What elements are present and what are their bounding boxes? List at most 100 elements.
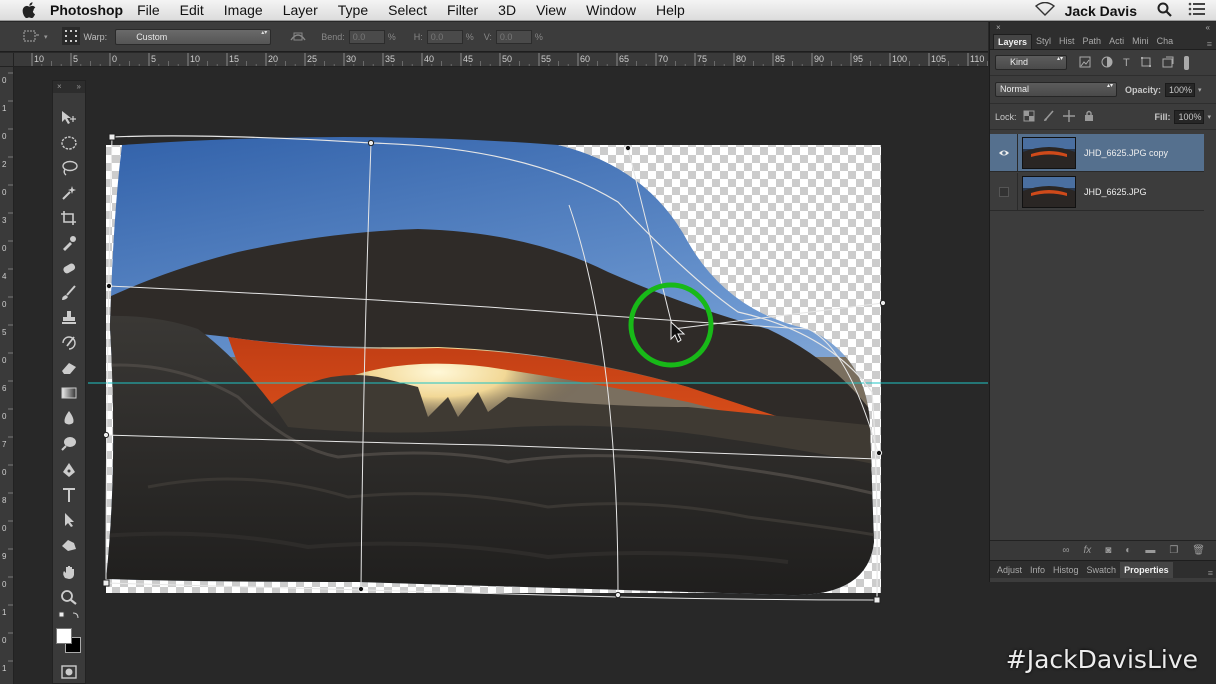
ruler-top[interactable]: 10 5 0 5 10 15 20 25 30 35 40 45 50 55 60 65 70 75 80 85 90 9… <box>14 53 988 67</box>
filter-adjustment-icon[interactable] <box>1101 56 1113 70</box>
elliptical-marquee-icon[interactable] <box>53 132 85 154</box>
menu-view[interactable]: View <box>536 2 566 18</box>
menu-edit[interactable]: Edit <box>180 2 204 18</box>
ruler-left[interactable]: 0 1 0 2 0 3 0 4 0 5 0 6 0 7 0 8 0 9 0 1 0 1 <box>0 67 14 684</box>
menu-layer[interactable]: Layer <box>283 2 318 18</box>
filter-shape-icon[interactable] <box>1140 56 1152 70</box>
kind-filter-select[interactable]: Kind <box>995 55 1067 70</box>
ruler-corner[interactable] <box>0 53 14 67</box>
visibility-toggle-empty[interactable] <box>990 172 1018 211</box>
filter-toggle-icon[interactable] <box>1183 55 1189 70</box>
search-icon[interactable] <box>1157 2 1172 20</box>
gradient-icon[interactable] <box>53 382 85 404</box>
menu-type[interactable]: Type <box>338 2 368 18</box>
tab-histogram[interactable]: Histog <box>1049 562 1083 578</box>
mask-icon[interactable]: ◙ <box>1105 545 1111 556</box>
filter-type-icon[interactable]: T <box>1123 57 1130 69</box>
swap-colors-icon[interactable] <box>53 609 85 623</box>
user-name[interactable]: Jack Davis <box>1065 3 1137 19</box>
folder-icon[interactable]: ▬ <box>1145 545 1155 556</box>
blend-mode-select[interactable]: Normal <box>995 82 1117 97</box>
eraser-icon[interactable] <box>53 357 85 379</box>
filter-smart-object-icon[interactable] <box>1162 56 1174 70</box>
eyedropper-icon[interactable] <box>53 232 85 254</box>
menu-3d[interactable]: 3D <box>498 2 516 18</box>
visibility-eye-icon[interactable] <box>990 133 1018 172</box>
fx-icon[interactable]: fx <box>1083 545 1091 556</box>
menu-window[interactable]: Window <box>586 2 636 18</box>
layer-name[interactable]: JHD_6625.JPG copy <box>1084 148 1168 158</box>
tab-properties[interactable]: Properties <box>1120 562 1173 578</box>
tab-layers[interactable]: Layers <box>993 34 1033 49</box>
wifi-icon[interactable] <box>1034 1 1055 19</box>
tab-info[interactable]: Info <box>1026 562 1049 578</box>
panel-close-icon[interactable]: × <box>996 22 1001 34</box>
tools-close-icon[interactable]: × <box>57 81 62 93</box>
tools-collapse-icon[interactable]: » <box>77 81 81 93</box>
tab-paths[interactable]: Path <box>1079 34 1106 49</box>
quick-mask-icon[interactable] <box>53 661 85 683</box>
app-name[interactable]: Photoshop <box>50 2 123 18</box>
chevron-down-icon[interactable]: ▾ <box>44 33 48 41</box>
spot-healing-icon[interactable] <box>53 257 85 279</box>
list-icon[interactable] <box>1188 2 1206 19</box>
bend-field[interactable]: 0.0 <box>348 29 385 44</box>
zoom-icon[interactable] <box>53 586 85 608</box>
apple-icon[interactable] <box>18 1 40 19</box>
warp-orientation-icon[interactable] <box>289 28 307 46</box>
move-tool-icon[interactable] <box>53 107 85 129</box>
layer-row-original[interactable]: JHD_6625.JPG <box>990 172 1204 211</box>
lasso-icon[interactable] <box>53 157 85 179</box>
canvas-area[interactable] <box>88 67 988 684</box>
h-field[interactable]: 0.0 <box>426 29 463 44</box>
path-selection-icon[interactable] <box>53 509 85 531</box>
tab-actions[interactable]: Acti <box>1105 34 1128 49</box>
panel-menu-icon[interactable]: ≡ <box>1208 568 1213 578</box>
dodge-icon[interactable] <box>53 432 85 454</box>
tab-mini-bridge[interactable]: Mini <box>1128 34 1153 49</box>
menu-select[interactable]: Select <box>388 2 427 18</box>
warp-grid-icon[interactable] <box>61 26 80 47</box>
lock-position-icon[interactable] <box>1062 109 1075 124</box>
trash-icon[interactable]: 🗑 <box>1192 545 1205 556</box>
v-field[interactable]: 0.0 <box>495 29 532 44</box>
tab-styles[interactable]: Styl <box>1032 34 1055 49</box>
panel-collapse-icon[interactable]: « <box>1206 22 1210 34</box>
history-brush-icon[interactable] <box>53 332 85 354</box>
layer-name[interactable]: JHD_6625.JPG <box>1084 187 1147 197</box>
document-canvas[interactable] <box>88 67 988 684</box>
crop-icon[interactable] <box>53 207 85 229</box>
tab-history[interactable]: Hist <box>1055 34 1079 49</box>
panel-menu-icon[interactable]: ≡ <box>1207 39 1212 49</box>
transform-tool-icon[interactable] <box>22 29 40 45</box>
tab-adjustments[interactable]: Adjust <box>993 562 1026 578</box>
filter-pixel-icon[interactable] <box>1079 56 1091 70</box>
menu-image[interactable]: Image <box>224 2 263 18</box>
lock-pixels-icon[interactable] <box>1043 109 1055 124</box>
menu-help[interactable]: Help <box>656 2 685 18</box>
new-layer-icon[interactable]: ❐ <box>1169 545 1178 556</box>
pen-icon[interactable] <box>53 459 85 481</box>
tab-channels[interactable]: Cha <box>1153 34 1178 49</box>
lock-all-icon[interactable] <box>1083 110 1095 124</box>
menu-file[interactable]: File <box>137 2 160 18</box>
fill-field[interactable]: 100% <box>1174 109 1205 124</box>
hand-rotate-icon[interactable] <box>53 561 85 583</box>
type-icon[interactable] <box>53 484 85 506</box>
opacity-field[interactable]: 100% <box>1165 82 1196 97</box>
adjustment-icon[interactable]: ◐ <box>1125 545 1131 556</box>
warp-style-select[interactable]: Custom <box>115 28 272 45</box>
foreground-color-swatch[interactable] <box>56 628 72 644</box>
tab-swatches[interactable]: Swatch <box>1083 562 1121 578</box>
quick-selection-icon[interactable] <box>53 182 85 204</box>
clone-stamp-icon[interactable] <box>53 307 85 329</box>
brush-icon[interactable] <box>53 282 85 304</box>
shape-icon[interactable] <box>53 534 85 556</box>
link-icon[interactable]: ∞ <box>1062 545 1069 556</box>
fill-dropdown-icon[interactable]: ▾ <box>1207 113 1211 121</box>
menu-filter[interactable]: Filter <box>447 2 478 18</box>
color-swatches[interactable] <box>53 625 85 657</box>
opacity-dropdown-icon[interactable]: ▾ <box>1198 86 1202 94</box>
blur-icon[interactable] <box>53 407 85 429</box>
lock-transparent-icon[interactable] <box>1023 110 1035 124</box>
